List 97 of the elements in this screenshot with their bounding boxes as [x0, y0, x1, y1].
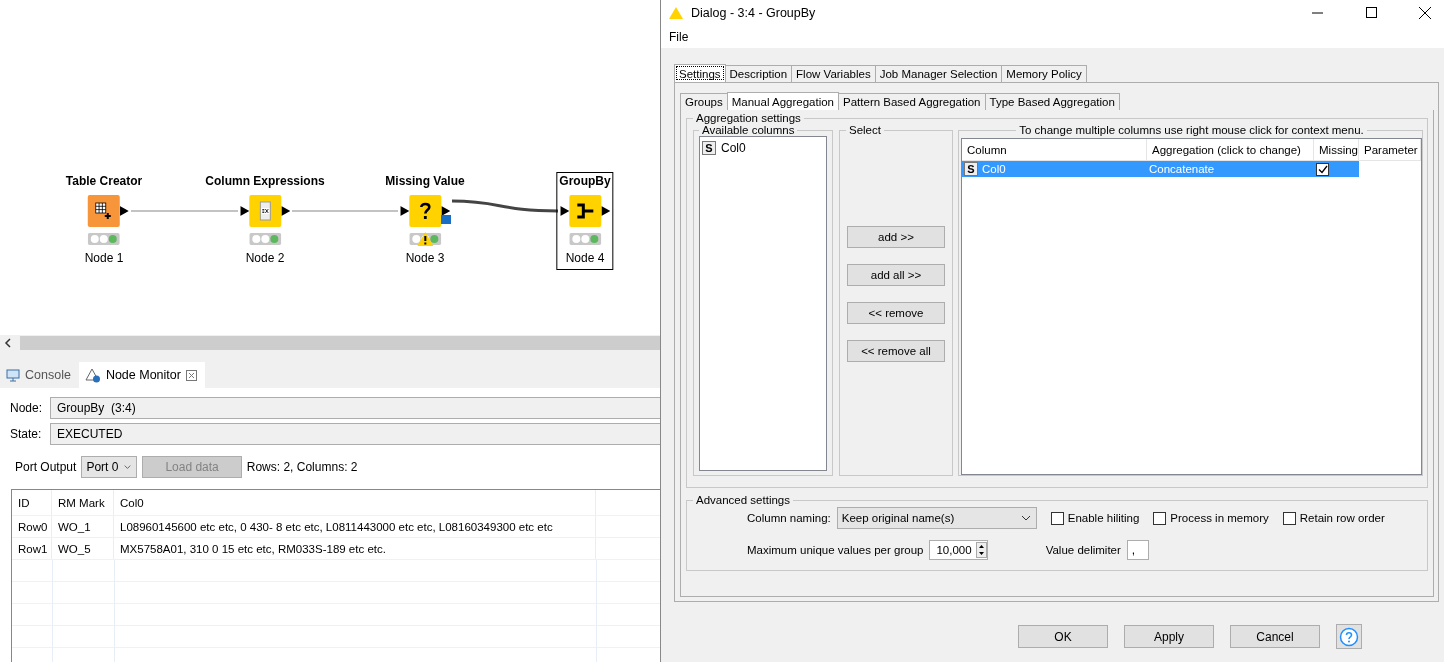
- help-button[interactable]: [1336, 624, 1362, 649]
- delimiter-field[interactable]: ,: [1126, 540, 1149, 560]
- column-header[interactable]: Missing: [1314, 139, 1359, 160]
- node-title: Table Creator: [65, 173, 143, 189]
- view-tab[interactable]: Console: [0, 362, 79, 388]
- select-button[interactable]: add >>: [847, 225, 945, 248]
- node-label[interactable]: Node 1: [84, 251, 124, 265]
- menu-item[interactable]: File: [668, 29, 690, 44]
- table-cell: Row1: [12, 538, 52, 559]
- select-button[interactable]: add all >>: [847, 263, 945, 286]
- field-label: Value delimiter: [1045, 544, 1121, 556]
- string-type-icon: S: [702, 140, 716, 155]
- node-icon[interactable]: [409, 195, 441, 227]
- row-count: Rows: 2, Columns: 2: [246, 460, 358, 474]
- state-field: EXECUTED: [50, 423, 660, 445]
- table-cell: Row0: [12, 516, 52, 537]
- tab[interactable]: Groups: [680, 93, 728, 110]
- tab[interactable]: Type Based Aggregation: [984, 93, 1120, 110]
- tab[interactable]: Description: [724, 65, 793, 82]
- checkbox[interactable]: [1282, 511, 1296, 525]
- warning-info-icon: [84, 367, 101, 383]
- expression-icon: [259, 201, 271, 221]
- select-button[interactable]: << remove all: [847, 339, 945, 362]
- checkbox-label[interactable]: Retain row order: [1299, 512, 1385, 524]
- column-header[interactable]: Aggregation (click to change): [1147, 139, 1314, 160]
- column-header[interactable]: ID: [12, 490, 52, 515]
- tab[interactable]: Manual Aggregation: [726, 92, 840, 110]
- table-cell: WO_1: [52, 516, 114, 537]
- chevron-down-icon: [124, 464, 132, 470]
- table-row[interactable]: S Col0 Concatenate: [962, 161, 1421, 177]
- node-icon[interactable]: [569, 195, 601, 227]
- tab[interactable]: Memory Policy: [1001, 65, 1087, 82]
- checkbox[interactable]: [1050, 511, 1064, 525]
- tab[interactable]: Pattern Based Aggregation: [838, 93, 986, 110]
- table-cell: Col0: [982, 163, 1006, 175]
- horizontal-scrollbar[interactable]: [0, 335, 660, 351]
- node-title: GroupBy: [559, 173, 611, 189]
- node-field: GroupBy (3:4): [50, 397, 660, 419]
- column-header[interactable]: Column: [962, 139, 1147, 160]
- column-naming-select[interactable]: Keep original name(s): [836, 507, 1037, 529]
- field-label: Maximum unique values per group: [747, 544, 924, 556]
- node-label[interactable]: Node 2: [245, 251, 285, 265]
- workflow-node[interactable]: Table Creator Node 1: [62, 172, 146, 270]
- group-title: To change multiple columns use right mouse click for context menu.: [1018, 124, 1365, 136]
- field-label: State:: [10, 427, 43, 441]
- question-mark-icon: [419, 202, 431, 220]
- checkbox[interactable]: [1153, 511, 1167, 525]
- minimize-icon[interactable]: [1311, 11, 1323, 14]
- workflow-node[interactable]: Missing Value Node 3: [382, 172, 468, 270]
- table-cell: MX5758A01, 310 0 15 etc etc, RM033S-189 etc etc.: [114, 538, 596, 559]
- column-header[interactable]: Col0: [114, 490, 596, 515]
- maximize-icon[interactable]: [1365, 7, 1377, 18]
- column-header[interactable]: Parameter: [1359, 139, 1421, 160]
- monitor-icon: [6, 368, 20, 382]
- triangle-logo-icon: [669, 6, 683, 19]
- table-cell: L08960145600 etc etc, 0 430- 8 etc etc, L0811443000 etc etc, L08160349300 etc etc: [114, 516, 596, 537]
- field-label: Column naming:: [747, 512, 831, 524]
- node-label[interactable]: Node 3: [405, 251, 445, 265]
- node-label[interactable]: Node 4: [565, 251, 605, 265]
- field-label: Node:: [10, 401, 44, 415]
- checkbox-label[interactable]: Process in memory: [1170, 512, 1269, 524]
- node-icon[interactable]: [88, 195, 120, 227]
- help-icon: [1339, 626, 1359, 647]
- dialog-button[interactable]: Apply: [1124, 625, 1214, 648]
- tab[interactable]: Job Manager Selection: [874, 65, 1003, 82]
- dialog-button[interactable]: Cancel: [1230, 625, 1320, 648]
- column-list[interactable]: S Col0: [699, 136, 827, 471]
- spinner-arrows-icon[interactable]: [975, 542, 987, 558]
- workflow-node[interactable]: GroupBy Node 4: [556, 172, 614, 270]
- chevron-down-icon: [1020, 515, 1031, 521]
- list-item[interactable]: Col0: [721, 140, 746, 155]
- workflow-node[interactable]: Column Expressions Node 2: [202, 172, 328, 270]
- window-title: Dialog - 3:4 - GroupBy: [691, 5, 817, 20]
- tab[interactable]: Settings: [674, 64, 726, 82]
- table-row[interactable]: Row1 WO_5 MX5758A01, 310 0 15 etc etc, RM033S-189 etc etc.: [12, 538, 660, 560]
- number-spinner[interactable]: 10,000: [929, 540, 988, 560]
- table-plus-icon: [95, 202, 113, 220]
- field-label: Port Output: [15, 460, 77, 474]
- view-tab[interactable]: Node Monitor: [78, 362, 205, 388]
- groupby-icon: [575, 203, 595, 219]
- select-button[interactable]: << remove: [847, 301, 945, 324]
- table-row[interactable]: Row0 WO_1 L08960145600 etc etc, 0 430- 8 etc etc, L0811443000 etc etc, L08160349300 etc etc: [12, 516, 660, 538]
- port-select[interactable]: Port 0: [81, 456, 138, 478]
- table-cell: WO_5: [52, 538, 114, 559]
- group-title: Aggregation settings: [695, 112, 802, 124]
- checkbox-label[interactable]: Enable hiliting: [1067, 512, 1140, 524]
- close-icon[interactable]: [1419, 6, 1431, 19]
- dialog-button[interactable]: OK: [1018, 625, 1108, 648]
- checkbox[interactable]: [1316, 162, 1329, 176]
- node-title: Column Expressions: [205, 173, 325, 189]
- group-title: Advanced settings: [695, 494, 791, 506]
- node-icon[interactable]: [249, 195, 281, 227]
- group-title: Available columns: [701, 124, 796, 136]
- column-header[interactable]: RM Mark: [52, 490, 114, 515]
- node-title: Missing Value: [385, 173, 465, 189]
- group-title: Select: [848, 124, 882, 136]
- string-type-icon: S: [964, 162, 978, 176]
